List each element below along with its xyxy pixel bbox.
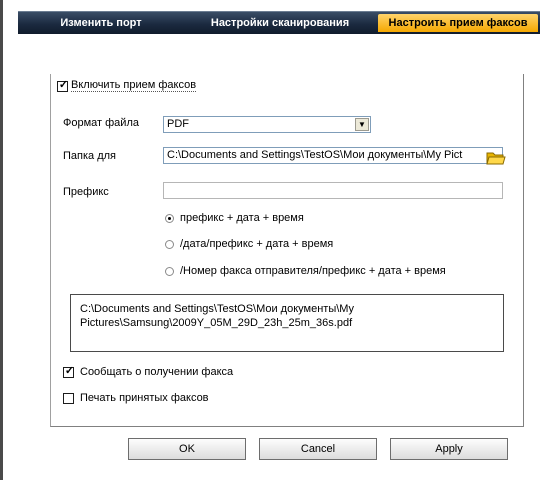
radio-label-1: префикс + дата + время [180, 212, 304, 224]
prefix-label: Префикс [63, 186, 109, 198]
tab-scan-settings[interactable]: Настройки сканирования [200, 12, 360, 34]
ok-button[interactable]: OK [128, 438, 246, 460]
notify-checkbox[interactable]: ✓ [63, 365, 75, 378]
chevron-down-icon[interactable]: ▼ [355, 118, 369, 131]
file-format-value: PDF [167, 118, 189, 130]
folder-input[interactable]: C:\Documents and Settings\TestOS\Мои док… [163, 147, 503, 164]
tab-fax-receive-settings[interactable]: Настроить прием факсов [378, 14, 538, 32]
cancel-button[interactable]: Cancel [259, 438, 377, 460]
radio-fax-number-prefix-date-time[interactable] [165, 267, 174, 276]
file-format-label: Формат файла [63, 117, 139, 129]
window-left-edge [0, 0, 3, 480]
path-preview-line1: C:\Documents and Settings\TestOS\Мои док… [80, 303, 354, 315]
print-checkbox[interactable] [63, 393, 74, 404]
print-label: Печать принятых факсов [80, 392, 209, 404]
apply-button[interactable]: Apply [390, 438, 508, 460]
radio-date-prefix-date-time[interactable] [165, 240, 174, 249]
folder-label: Папка для [63, 150, 117, 162]
radio-prefix-date-time[interactable] [165, 214, 174, 223]
tab-bar: Изменить порт Настройки сканирования Нас… [18, 11, 540, 34]
folder-icon[interactable] [486, 150, 506, 166]
checkmark-icon: ✓ [64, 365, 75, 377]
file-format-select[interactable]: PDF ▼ [163, 116, 371, 133]
path-preview-line2: Pictures\Samsung\2009Y_05M_29D_23h_25m_3… [80, 317, 353, 329]
path-preview-box: C:\Documents and Settings\TestOS\Мои док… [70, 294, 504, 352]
notify-label: Сообщать о получении факса [80, 366, 234, 378]
tab-change-port[interactable]: Изменить порт [56, 12, 146, 34]
radio-label-2: /дата/префикс + дата + время [180, 238, 334, 250]
radio-label-3: /Номер факса отправителя/префикс + дата … [180, 265, 446, 277]
prefix-input[interactable] [163, 182, 503, 199]
